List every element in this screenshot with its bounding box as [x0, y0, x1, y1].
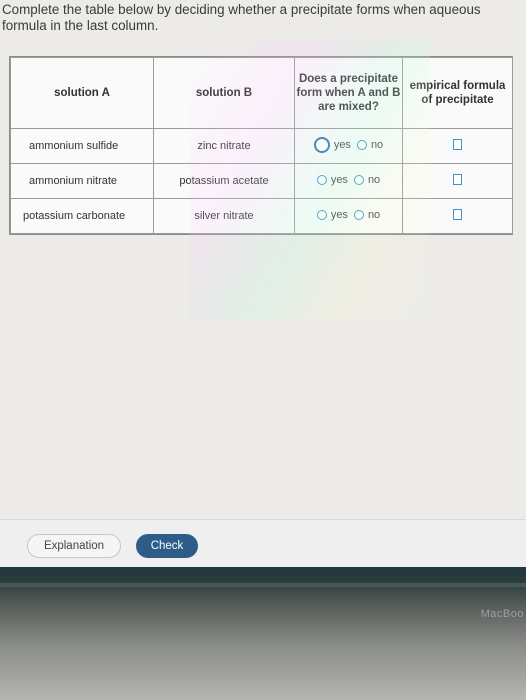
header-does-precipitate: Does a precipitate form when A and B are… [294, 57, 403, 129]
row-1-formula-input[interactable] [453, 139, 462, 150]
radio-circle-icon [353, 210, 364, 220]
row-3-solution-b: silver nitrate [153, 198, 295, 234]
row-3-solution-a: potassium carbonate [10, 198, 154, 234]
row-1-precipitate-choice: yes no [294, 128, 403, 164]
bezel-edge [0, 583, 526, 587]
row-1-solution-a: ammonium sulfide [10, 128, 154, 164]
instructions-text: Complete the table below by deciding whe… [2, 2, 481, 33]
bezel-brand-text: MacBoo [480, 608, 524, 620]
yes-label: yes [333, 138, 351, 151]
row-3-formula-input[interactable] [453, 209, 462, 220]
no-label: no [370, 138, 384, 151]
row-2-formula-cell [402, 163, 513, 199]
radio-circle-icon [316, 175, 327, 185]
table-row: ammonium nitrate potassium acetate yes n… [10, 163, 513, 199]
table-header-row: solution A solution B Does a precipitate… [10, 57, 513, 129]
row-2-formula-input[interactable] [453, 174, 462, 185]
row-3-precipitate-choice: yes no [294, 198, 403, 234]
yes-label: yes [330, 209, 348, 221]
row-1-formula-cell [402, 128, 513, 164]
row-2-precipitate-choice: yes no [294, 163, 403, 199]
row-1-no-radio[interactable]: no [356, 138, 384, 151]
radio-circle-icon [356, 139, 367, 150]
row-3-formula-cell [402, 198, 513, 234]
table-row: ammonium sulfide zinc nitrate yes no [10, 128, 513, 164]
radio-circle-icon [353, 175, 364, 185]
radio-circle-icon [316, 210, 327, 220]
header-solution-a: solution A [10, 57, 154, 129]
header-empirical-formula: empirical formula of precipitate [402, 57, 513, 129]
row-1-yes-radio[interactable]: yes [313, 136, 351, 153]
radio-circle-icon [313, 136, 330, 153]
row-3-no-radio[interactable]: no [353, 209, 381, 221]
row-1-solution-b: zinc nitrate [153, 128, 295, 164]
row-2-solution-b: potassium acetate [153, 163, 295, 199]
solubility-table: solution A solution B Does a precipitate… [9, 56, 513, 235]
yes-label: yes [330, 174, 348, 186]
row-3-yes-radio[interactable]: yes [316, 209, 348, 221]
no-label: no [367, 209, 381, 221]
table-row: potassium carbonate silver nitrate yes n… [10, 198, 513, 234]
row-2-no-radio[interactable]: no [353, 174, 381, 186]
check-button[interactable]: Check [136, 534, 198, 558]
row-2-solution-a: ammonium nitrate [10, 163, 154, 199]
explanation-button[interactable]: Explanation [27, 534, 121, 558]
row-2-yes-radio[interactable]: yes [316, 174, 348, 186]
header-solution-b: solution B [153, 57, 295, 129]
no-label: no [367, 174, 381, 186]
